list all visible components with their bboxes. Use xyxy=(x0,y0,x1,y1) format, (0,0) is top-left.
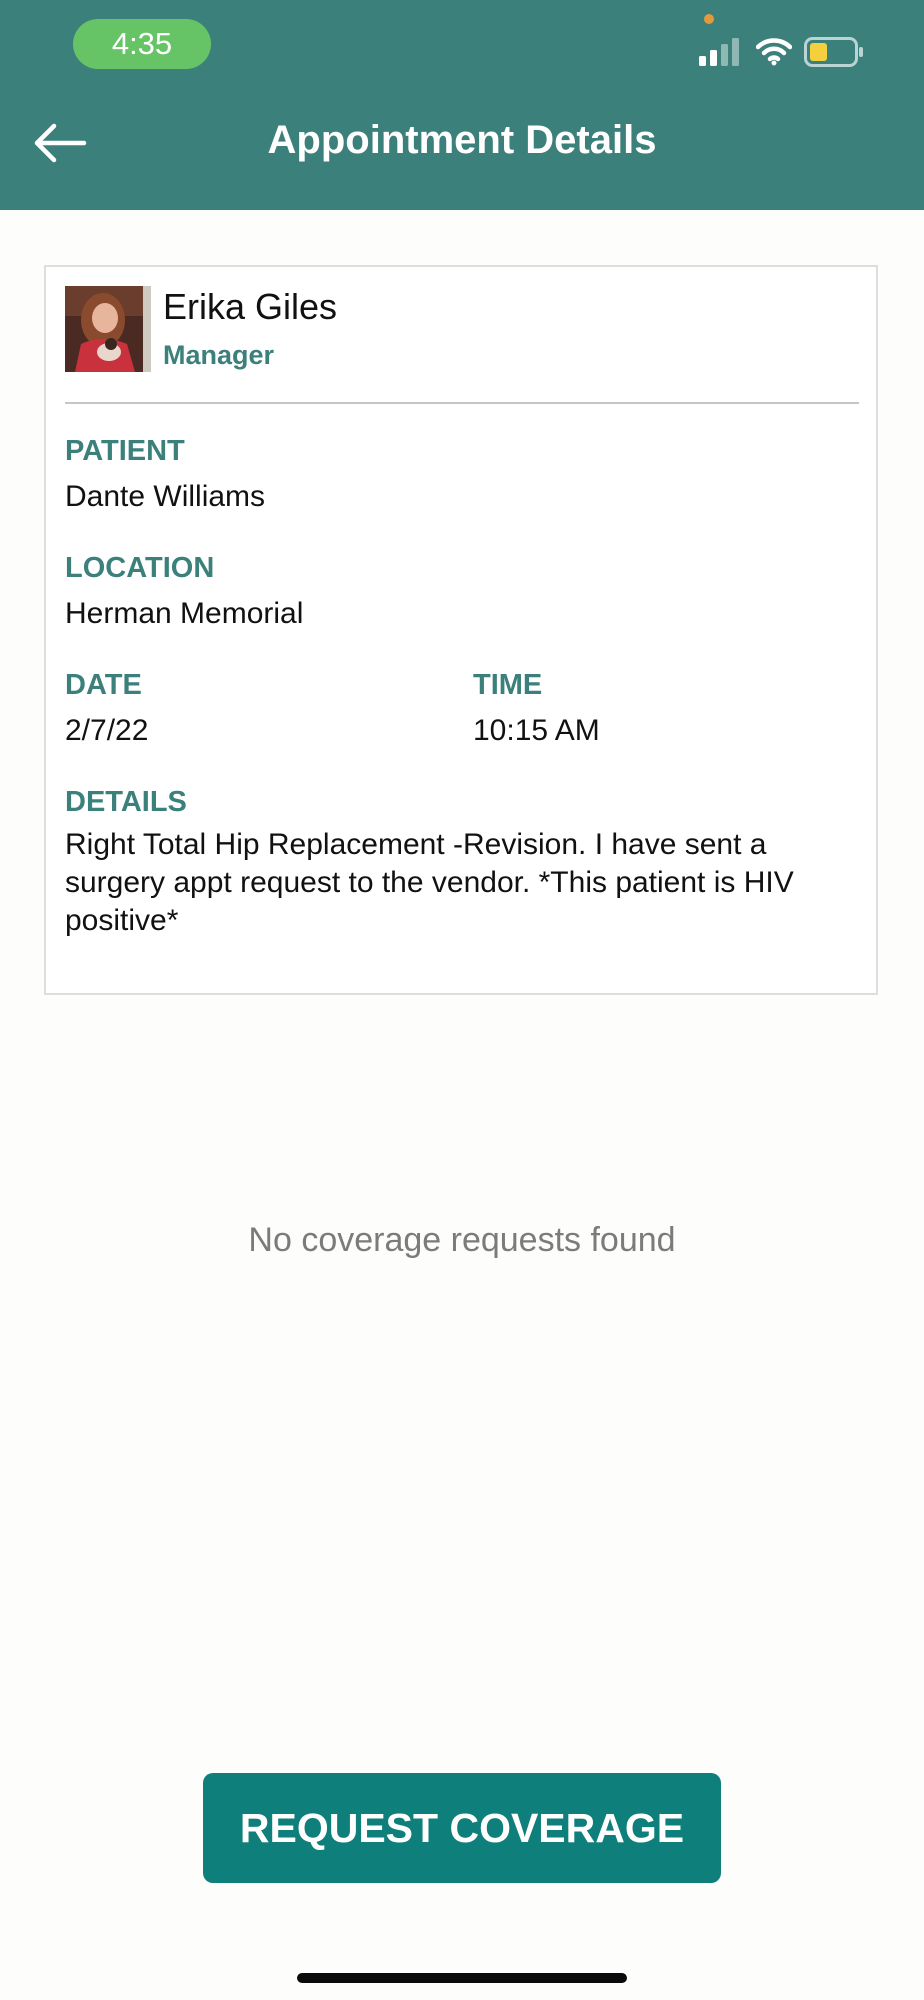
patient-value: Dante Williams xyxy=(65,480,266,513)
avatar xyxy=(65,286,151,372)
empty-state-message: No coverage requests found xyxy=(248,1221,676,1259)
battery-icon xyxy=(804,37,863,67)
location-value: Herman Memorial xyxy=(65,597,304,630)
time-value: 10:15 AM xyxy=(473,714,600,747)
status-time: 4:35 xyxy=(73,19,211,69)
date-value: 2/7/22 xyxy=(65,714,149,747)
date-label: DATE xyxy=(65,669,142,701)
location-label: LOCATION xyxy=(65,552,215,584)
request-coverage-button[interactable]: REQUEST COVERAGE xyxy=(203,1773,721,1883)
microphone-indicator-icon xyxy=(704,14,714,24)
appointment-card: Erika Giles Manager PATIENT Dante Willia… xyxy=(44,265,878,995)
page-title: Appointment Details xyxy=(267,118,657,162)
time-label: TIME xyxy=(473,669,543,701)
person-name: Erika Giles xyxy=(163,286,338,327)
app-header: 4:35 Appointment Details xyxy=(0,0,924,210)
divider xyxy=(65,402,859,404)
home-indicator[interactable] xyxy=(297,1973,627,1983)
person-role: Manager xyxy=(163,340,275,370)
wifi-icon xyxy=(756,38,792,66)
details-label: DETAILS xyxy=(65,786,187,818)
patient-label: PATIENT xyxy=(65,435,185,467)
details-value: Right Total Hip Replacement -Revision. I… xyxy=(65,828,794,937)
cellular-signal-icon xyxy=(699,38,739,66)
